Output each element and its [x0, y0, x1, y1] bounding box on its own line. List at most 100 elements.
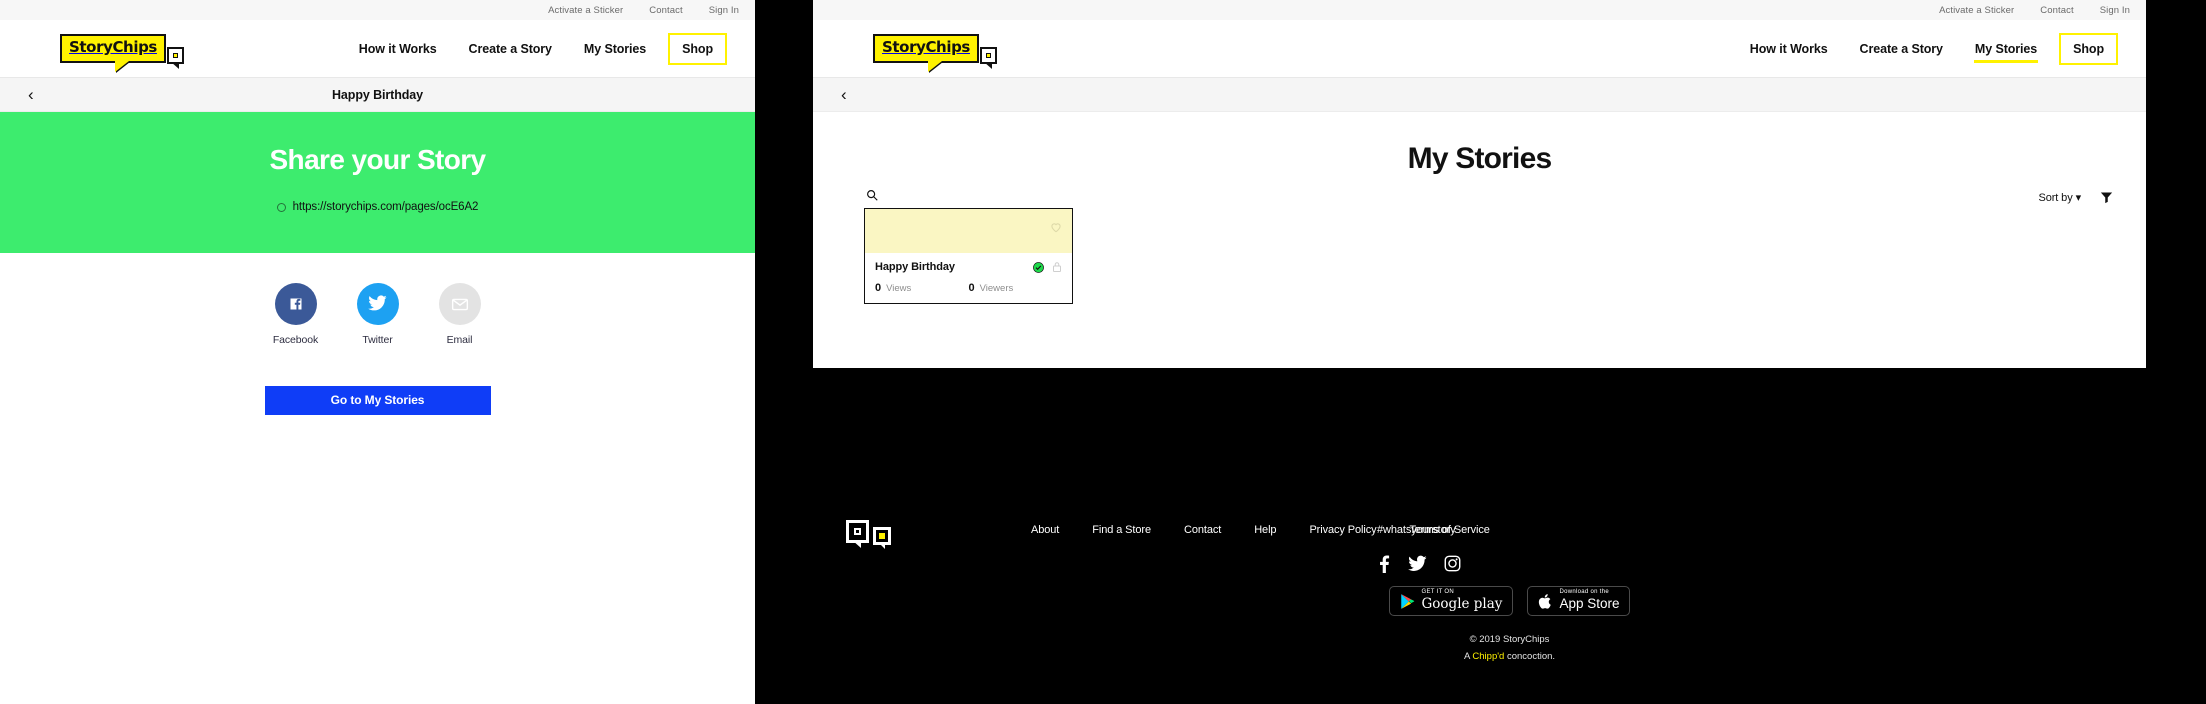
utility-link-sign-in[interactable]: Sign In [709, 5, 739, 16]
footer-hashtag: #whatsyourstory [1377, 524, 1456, 536]
twitter-icon[interactable] [1408, 555, 1427, 572]
story-card-thumbnail [865, 209, 1072, 253]
check-circle-icon [1033, 261, 1044, 273]
stat-viewers-label: Viewers [979, 283, 1014, 294]
nav-item-how-it-works[interactable]: How it Works [343, 42, 453, 56]
share-label-email: Email [446, 333, 473, 346]
logo-chip-icon [166, 46, 184, 69]
story-card-body: Happy Birthday 0 Views 0 Viewers [865, 253, 1072, 303]
story-card-titlerow: Happy Birthday [875, 261, 1062, 273]
nav-item-create-a-story[interactable]: Create a Story [1844, 42, 1959, 56]
stat-viewers: 0 Viewers [969, 282, 1063, 294]
chevron-left-icon[interactable]: ‹ [841, 86, 847, 103]
heart-outline-icon[interactable] [1049, 220, 1063, 234]
instagram-icon[interactable] [1444, 555, 1461, 572]
nav-item-shop[interactable]: Shop [2059, 32, 2118, 65]
footer-link-find-a-store[interactable]: Find a Store [1092, 524, 1151, 536]
email-icon [438, 282, 481, 325]
footer-logo-bubble-icon [846, 520, 869, 548]
nav-item-how-it-works[interactable]: How it Works [1734, 42, 1844, 56]
twitter-icon [356, 282, 399, 325]
go-to-my-stories-button[interactable]: Go to My Stories [264, 385, 491, 415]
storychips-logo[interactable]: StoryChips [873, 33, 997, 69]
google-play-sub: GET IT ON [1421, 588, 1454, 595]
logo-speech-bubble: StoryChips [873, 33, 979, 63]
share-hero-section: Share your Story https://storychips.com/… [0, 112, 755, 253]
google-play-icon [1400, 593, 1414, 609]
logo-speech-bubble: StoryChips [60, 33, 166, 63]
stories-toolbar: Sort by ▾ [2038, 190, 2114, 205]
share-story-panel: Activate a Sticker Contact Sign In Story… [0, 0, 755, 704]
footer-link-contact[interactable]: Contact [1184, 524, 1221, 536]
sort-by-dropdown[interactable]: Sort by ▾ [2038, 191, 2081, 204]
nav-links-left: How it Works Create a Story My Stories S… [343, 32, 727, 65]
footer-social-links [1377, 554, 1461, 573]
share-option-email[interactable]: Email [430, 282, 490, 346]
logo-chip-icon [979, 46, 997, 69]
footer-link-help[interactable]: Help [1254, 524, 1276, 536]
story-card[interactable]: Happy Birthday 0 Views 0 Viewers [864, 208, 1073, 304]
footer-link-about[interactable]: About [1031, 524, 1059, 536]
sort-by-label: Sort by [2038, 192, 2073, 204]
site-footer: About Find a Store Contact Help Privacy … [813, 368, 2206, 704]
stat-views-value: 0 [875, 282, 882, 294]
facebook-icon [274, 282, 317, 325]
share-url-row[interactable]: https://storychips.com/pages/ocE6A2 [276, 201, 479, 213]
story-card-title: Happy Birthday [875, 261, 955, 273]
utility-nav-left: Activate a Sticker Contact Sign In [0, 0, 755, 20]
utility-link-contact[interactable]: Contact [649, 5, 682, 16]
main-nav-left: StoryChips How it Works Create a Story M… [0, 20, 755, 78]
main-nav-right: StoryChips How it Works Create a Story M… [813, 20, 2146, 78]
google-play-badge[interactable]: GET IT ON Google play [1388, 586, 1514, 616]
stat-viewers-value: 0 [968, 282, 975, 294]
my-stories-content: My Stories Sort by ▾ Happy Birthday 0 Vi… [813, 112, 2146, 387]
share-heading: Share your Story [269, 144, 486, 175]
share-buttons: Facebook Twitter Email [0, 282, 755, 346]
nav-links-right: How it Works Create a Story My Stories S… [1734, 32, 2118, 65]
utility-link-sign-in[interactable]: Sign In [2100, 5, 2130, 16]
nav-item-create-a-story[interactable]: Create a Story [453, 42, 568, 56]
app-store-main: App Store [1559, 596, 1620, 612]
search-icon[interactable] [865, 188, 879, 202]
utility-nav-right: Activate a Sticker Contact Sign In [813, 0, 2146, 20]
share-label-facebook: Facebook [272, 333, 319, 346]
lock-icon[interactable] [1052, 261, 1062, 273]
tagline-line: A Chipp'd concoction. [813, 649, 2206, 666]
facebook-icon[interactable] [1377, 554, 1391, 573]
google-play-main: Google play [1421, 596, 1503, 613]
footer-logo[interactable] [846, 520, 891, 549]
share-label-twitter: Twitter [362, 333, 393, 346]
chevron-down-icon: ▾ [2075, 192, 2082, 204]
app-store-badge[interactable]: Download on the App Store [1527, 586, 1631, 616]
nav-item-my-stories[interactable]: My Stories [568, 42, 662, 56]
my-stories-subheader: ‹ [813, 78, 2146, 112]
app-store-sub: Download on the [1559, 588, 1609, 595]
cta-container: Go to My Stories [0, 385, 755, 415]
app-store-badges: GET IT ON Google play Download on the Ap… [813, 586, 2206, 616]
share-option-facebook[interactable]: Facebook [266, 282, 326, 346]
logo-wordmark: StoryChips [69, 37, 157, 56]
share-option-twitter[interactable]: Twitter [348, 282, 408, 346]
utility-link-contact[interactable]: Contact [2040, 5, 2073, 16]
search-input[interactable] [865, 188, 879, 207]
logo-wordmark: StoryChips [882, 37, 970, 56]
story-card-badges [1033, 261, 1062, 273]
filter-funnel-icon[interactable] [2099, 190, 2114, 205]
footer-link-privacy-policy[interactable]: Privacy Policy [1309, 524, 1376, 536]
tagline-suffix: concoction. [1504, 650, 1556, 662]
footer-copyright: © 2019 StoryChips A Chipp'd concoction. [813, 632, 2206, 665]
utility-link-activate-sticker[interactable]: Activate a Sticker [548, 5, 623, 16]
copyright-line: © 2019 StoryChips [1469, 634, 1550, 645]
nav-item-my-stories[interactable]: My Stories [1959, 42, 2053, 63]
nav-item-shop[interactable]: Shop [668, 32, 727, 65]
page-title: My Stories [1407, 142, 1553, 175]
link-icon [276, 202, 286, 212]
footer-logo-chip-icon [873, 527, 891, 549]
story-subheader-left: ‹ Happy Birthday [0, 78, 755, 112]
utility-link-activate-sticker[interactable]: Activate a Sticker [1939, 5, 2014, 16]
storychips-logo[interactable]: StoryChips [60, 33, 184, 69]
screenshot-stage: Activate a Sticker Contact Sign In Story… [0, 0, 2206, 704]
chevron-left-icon[interactable]: ‹ [28, 86, 34, 103]
tagline-brand[interactable]: Chipp'd [1472, 651, 1504, 662]
share-url-text: https://storychips.com/pages/ocE6A2 [292, 201, 479, 213]
